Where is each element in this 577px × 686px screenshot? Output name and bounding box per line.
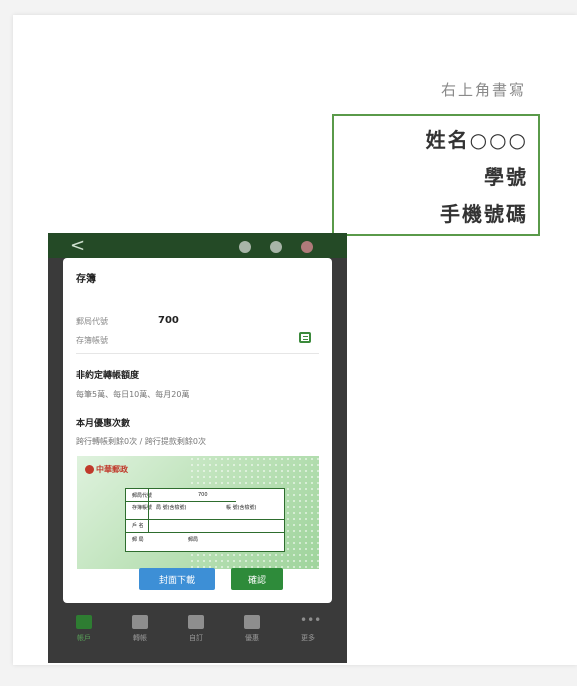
copy-icon[interactable]	[299, 332, 311, 343]
account-dialog: 存簿 郵局代號 700 存簿帳號 非約定轉帳額度 每筆5萬、每日10萬、每月20…	[63, 258, 332, 603]
student-id-line: 學號	[484, 165, 528, 189]
instruction-title: 右上角書寫	[440, 81, 526, 99]
divider	[76, 353, 319, 354]
tab-more[interactable]: ••• 更多	[288, 613, 328, 643]
section-title: 存簿	[76, 274, 96, 285]
limit-title: 非約定轉帳額度	[76, 371, 140, 381]
custom-icon	[188, 615, 204, 629]
post-logo-icon	[85, 465, 94, 474]
form-name-label: 戶 名	[132, 523, 144, 529]
name-line: 姓名○○○	[425, 128, 528, 152]
passbook-form: 郵局代號 700 存簿帳號 局 號(含檢號) 帳 號(含檢號) 戶 名 郵 局 …	[125, 488, 285, 552]
more-icon: •••	[300, 613, 322, 627]
passbook-cover-image: 中華郵政 郵局代號 700 存簿帳號 局 號(含檢號) 帳 號(含檢號) 戶 名…	[77, 456, 319, 569]
chunghwa-post-logo: 中華郵政	[85, 464, 128, 475]
form-book-b: 帳 號(含檢號)	[226, 505, 257, 511]
eye-icon[interactable]	[239, 241, 251, 253]
phone-number-line: 手機號碼	[440, 202, 528, 226]
form-code-value: 700	[198, 492, 208, 498]
brand-name: 中華郵政	[96, 465, 128, 474]
download-cover-button[interactable]: 封面下載	[139, 568, 215, 590]
wallet-icon	[76, 615, 92, 629]
form-office-label: 郵 局	[132, 537, 144, 543]
discount-title: 本月優惠次數	[76, 419, 131, 429]
post-code-value: 700	[158, 315, 179, 326]
limit-text: 每筆5萬、每日10萬、每月20萬	[76, 390, 190, 399]
tab-offers[interactable]: 優惠	[232, 615, 272, 643]
form-office-value: 郵局	[188, 537, 199, 543]
tab-custom[interactable]: 自訂	[176, 615, 216, 643]
tab-account[interactable]: 帳戶	[64, 615, 104, 643]
search-icon[interactable]	[301, 241, 313, 253]
account-label: 存簿帳號	[76, 336, 108, 345]
phone-screenshot: < 存簿 郵局代號 700 存簿帳號 非約定轉帳額度 每筆5萬、每日10萬、每月…	[48, 233, 347, 663]
app-header: <	[48, 233, 347, 258]
transfer-icon	[132, 615, 148, 629]
gift-icon	[244, 615, 260, 629]
share-icon[interactable]	[270, 241, 282, 253]
instruction-box: 姓名○○○ 學號 手機號碼	[332, 114, 540, 236]
tab-transfer[interactable]: 轉帳	[120, 615, 160, 643]
confirm-button[interactable]: 確認	[231, 568, 283, 590]
back-icon[interactable]: <	[70, 235, 85, 256]
form-code-label: 郵局代號	[132, 493, 153, 499]
bottom-tab-bar: 帳戶 轉帳 自訂 優惠 ••• 更多	[48, 603, 347, 663]
discount-text: 跨行轉帳剩餘0次 / 跨行提款剩餘0次	[76, 437, 206, 446]
post-code-label: 郵局代號	[76, 317, 108, 326]
form-book-label: 存簿帳號	[132, 505, 153, 511]
form-book-a: 局 號(含檢號)	[156, 505, 187, 511]
